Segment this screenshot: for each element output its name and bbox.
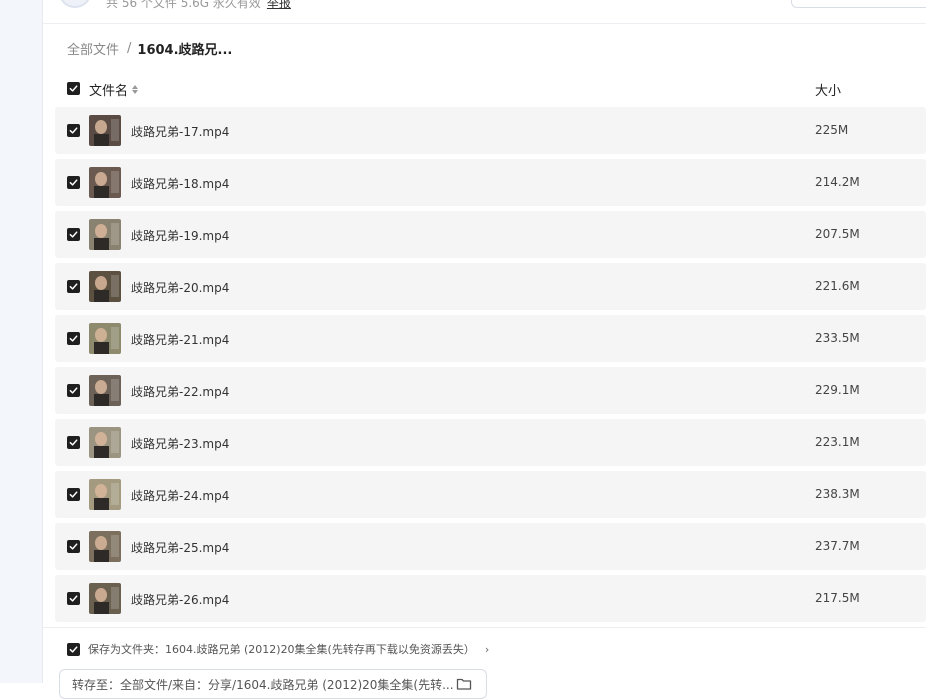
checkmark-icon	[69, 231, 78, 238]
checkmark-icon	[69, 491, 78, 498]
checkmark-icon	[69, 595, 78, 602]
file-name[interactable]: 歧路兄弟-19.mp4	[131, 227, 229, 244]
checkmark-icon	[69, 543, 78, 550]
video-thumbnail	[89, 323, 121, 354]
checkmark-icon	[69, 387, 78, 394]
checkmark-icon	[69, 179, 78, 186]
file-size: 217.5M	[815, 591, 860, 605]
file-size: 238.3M	[815, 487, 860, 501]
column-header-name-label: 文件名	[89, 84, 129, 99]
share-info-header: 共 56 个文件 5.6G 永久有效 举报	[43, 0, 926, 24]
video-thumbnail	[89, 427, 121, 458]
search-input[interactable]	[791, 0, 926, 8]
file-size: 229.1M	[815, 383, 860, 397]
file-name[interactable]: 歧路兄弟-17.mp4	[131, 123, 229, 140]
checkmark-icon	[69, 645, 78, 653]
share-meta-text: 共 56 个文件 5.6G 永久有效	[106, 0, 261, 10]
file-checkbox[interactable]	[67, 384, 80, 397]
select-all-checkbox[interactable]	[67, 82, 80, 95]
file-row[interactable]: 歧路兄弟-26.mp4 217.5M	[55, 575, 926, 622]
left-rail	[0, 0, 43, 683]
save-as-folder-label: 保存为文件夹：1604.歧路兄弟 (2012)20集全集(先转存再下载以免资源丢…	[88, 643, 475, 656]
file-size: 225M	[815, 123, 849, 137]
column-header-name[interactable]: 文件名	[89, 80, 139, 99]
file-row[interactable]: 歧路兄弟-21.mp4 233.5M	[55, 315, 926, 362]
file-name[interactable]: 歧路兄弟-24.mp4	[131, 487, 229, 504]
file-checkbox[interactable]	[67, 228, 80, 241]
breadcrumb-separator: /	[127, 41, 132, 56]
file-name[interactable]: 歧路兄弟-23.mp4	[131, 435, 229, 452]
checkmark-icon	[69, 335, 78, 342]
video-thumbnail	[89, 583, 121, 614]
file-checkbox[interactable]	[67, 540, 80, 553]
column-header-size[interactable]: 大小	[815, 80, 841, 99]
file-checkbox[interactable]	[67, 332, 80, 345]
checkmark-icon	[69, 283, 78, 290]
report-link[interactable]: 举报	[267, 0, 291, 10]
video-thumbnail	[89, 271, 121, 302]
file-row[interactable]: 歧路兄弟-25.mp4 237.7M	[55, 523, 926, 570]
file-size: 207.5M	[815, 227, 860, 241]
file-checkbox[interactable]	[67, 592, 80, 605]
avatar	[59, 0, 91, 8]
file-row[interactable]: 歧路兄弟-22.mp4 229.1M	[55, 367, 926, 414]
file-name[interactable]: 歧路兄弟-18.mp4	[131, 175, 229, 192]
file-list: 歧路兄弟-17.mp4 225M 歧路兄弟-18.mp4 214.2M 歧路兄弟-19.…	[55, 107, 926, 627]
file-row[interactable]: 歧路兄弟-24.mp4 238.3M	[55, 471, 926, 518]
checkmark-icon	[69, 127, 78, 134]
video-thumbnail	[89, 531, 121, 562]
save-path-text: 转存至：全部文件/来自：分享/1604.歧路兄弟 (2012)20集全集(先转.…	[72, 678, 454, 692]
save-panel: 保存为文件夹：1604.歧路兄弟 (2012)20集全集(先转存再下载以免资源丢…	[43, 627, 926, 699]
file-checkbox[interactable]	[67, 176, 80, 189]
chevron-right-icon[interactable]: ›	[485, 643, 489, 656]
file-name[interactable]: 歧路兄弟-25.mp4	[131, 539, 229, 556]
file-name[interactable]: 歧路兄弟-20.mp4	[131, 279, 229, 296]
video-thumbnail	[89, 167, 121, 198]
video-thumbnail	[89, 375, 121, 406]
breadcrumb: 全部文件 / 1604.歧路兄...	[67, 39, 232, 58]
file-size: 233.5M	[815, 331, 860, 345]
save-as-folder-checkbox[interactable]	[67, 642, 80, 656]
breadcrumb-current: 1604.歧路兄...	[137, 43, 233, 58]
file-checkbox[interactable]	[67, 280, 80, 293]
save-as-folder-row[interactable]: 保存为文件夹：1604.歧路兄弟 (2012)20集全集(先转存再下载以免资源丢…	[67, 641, 489, 657]
file-checkbox[interactable]	[67, 124, 80, 137]
checkmark-icon	[69, 85, 78, 92]
share-meta: 共 56 个文件 5.6G 永久有效 举报	[106, 0, 291, 11]
file-size: 223.1M	[815, 435, 860, 449]
video-thumbnail	[89, 219, 121, 250]
sort-icon[interactable]	[132, 85, 139, 94]
checkmark-icon	[69, 439, 78, 446]
video-thumbnail	[89, 115, 121, 146]
file-size: 237.7M	[815, 539, 860, 553]
save-path-selector[interactable]: 转存至：全部文件/来自：分享/1604.歧路兄弟 (2012)20集全集(先转.…	[59, 669, 487, 699]
file-checkbox[interactable]	[67, 488, 80, 501]
file-size: 214.2M	[815, 175, 860, 189]
file-row[interactable]: 歧路兄弟-20.mp4 221.6M	[55, 263, 926, 310]
file-row[interactable]: 歧路兄弟-23.mp4 223.1M	[55, 419, 926, 466]
file-size: 221.6M	[815, 279, 860, 293]
file-row[interactable]: 歧路兄弟-19.mp4 207.5M	[55, 211, 926, 258]
breadcrumb-root[interactable]: 全部文件	[67, 39, 119, 58]
file-row[interactable]: 歧路兄弟-17.mp4 225M	[55, 107, 926, 154]
file-row[interactable]: 歧路兄弟-18.mp4 214.2M	[55, 159, 926, 206]
file-name[interactable]: 歧路兄弟-21.mp4	[131, 331, 229, 348]
video-thumbnail	[89, 479, 121, 510]
file-name[interactable]: 歧路兄弟-26.mp4	[131, 591, 229, 608]
table-header: 文件名 大小	[55, 76, 926, 100]
file-checkbox[interactable]	[67, 436, 80, 449]
file-name[interactable]: 歧路兄弟-22.mp4	[131, 383, 229, 400]
folder-icon[interactable]	[456, 677, 472, 691]
